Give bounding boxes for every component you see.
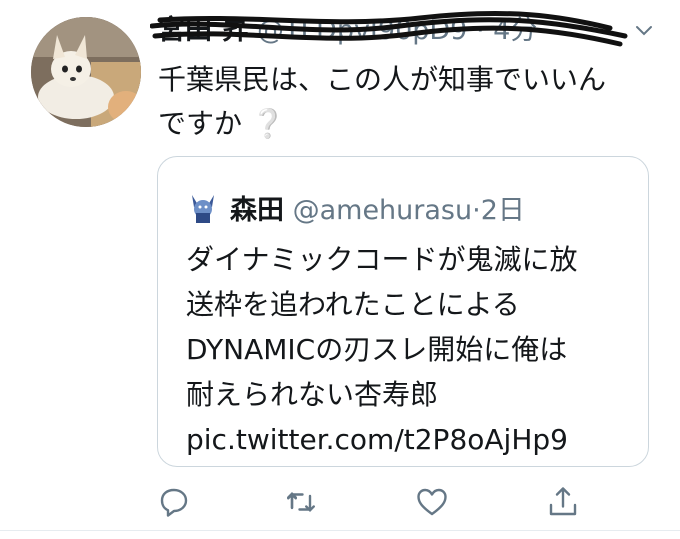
quoted-text: ダイナミックコードが鬼滅に放 送枠を追われたことによる DYNAMICの刃スレ開…: [186, 237, 636, 462]
quoted-author-handle[interactable]: @amehurasu: [293, 195, 473, 226]
action-bar: [0, 484, 680, 520]
quoted-text-line: ダイナミックコードが鬼滅に放: [186, 243, 578, 276]
reply-icon[interactable]: [156, 484, 192, 520]
redaction-scribble: [150, 11, 628, 47]
tweet-text: 千葉県民は、この人が知事でいいん ですか ❔: [158, 58, 658, 146]
dog-avatar-image: [31, 17, 141, 127]
quoted-tweet[interactable]: 森田 @amehurasu·2日 ダイナミックコードが鬼滅に放 送枠を追われたこ…: [157, 156, 649, 467]
retweet-icon[interactable]: [283, 484, 319, 520]
chevron-down-icon[interactable]: [632, 18, 656, 42]
tweet-text-line: ですか: [158, 107, 243, 140]
tweet-text-line: 千葉県民は、この人が知事でいいん: [158, 63, 607, 96]
heart-icon[interactable]: [414, 484, 450, 520]
quoted-header: 森田 @amehurasu·2日: [230, 188, 525, 227]
quoted-link[interactable]: pic.twitter.com/t2P8oAjHp9: [186, 417, 636, 462]
author-avatar[interactable]: [31, 17, 141, 127]
quoted-author-avatar[interactable]: [186, 191, 220, 225]
quoted-time[interactable]: 2日: [481, 195, 525, 226]
separator-dot: ·: [472, 195, 481, 226]
quoted-text-line: DYNAMICの刃スレ開始に俺は: [186, 333, 568, 366]
quoted-author-name[interactable]: 森田: [230, 195, 284, 226]
quoted-text-line: 送枠を追われたことによる: [186, 288, 520, 321]
divider: [0, 530, 680, 531]
question-emoji: ❔: [250, 107, 286, 140]
quoted-text-line: 耐えられない杏寿郎: [186, 378, 439, 411]
share-icon[interactable]: [545, 484, 581, 520]
